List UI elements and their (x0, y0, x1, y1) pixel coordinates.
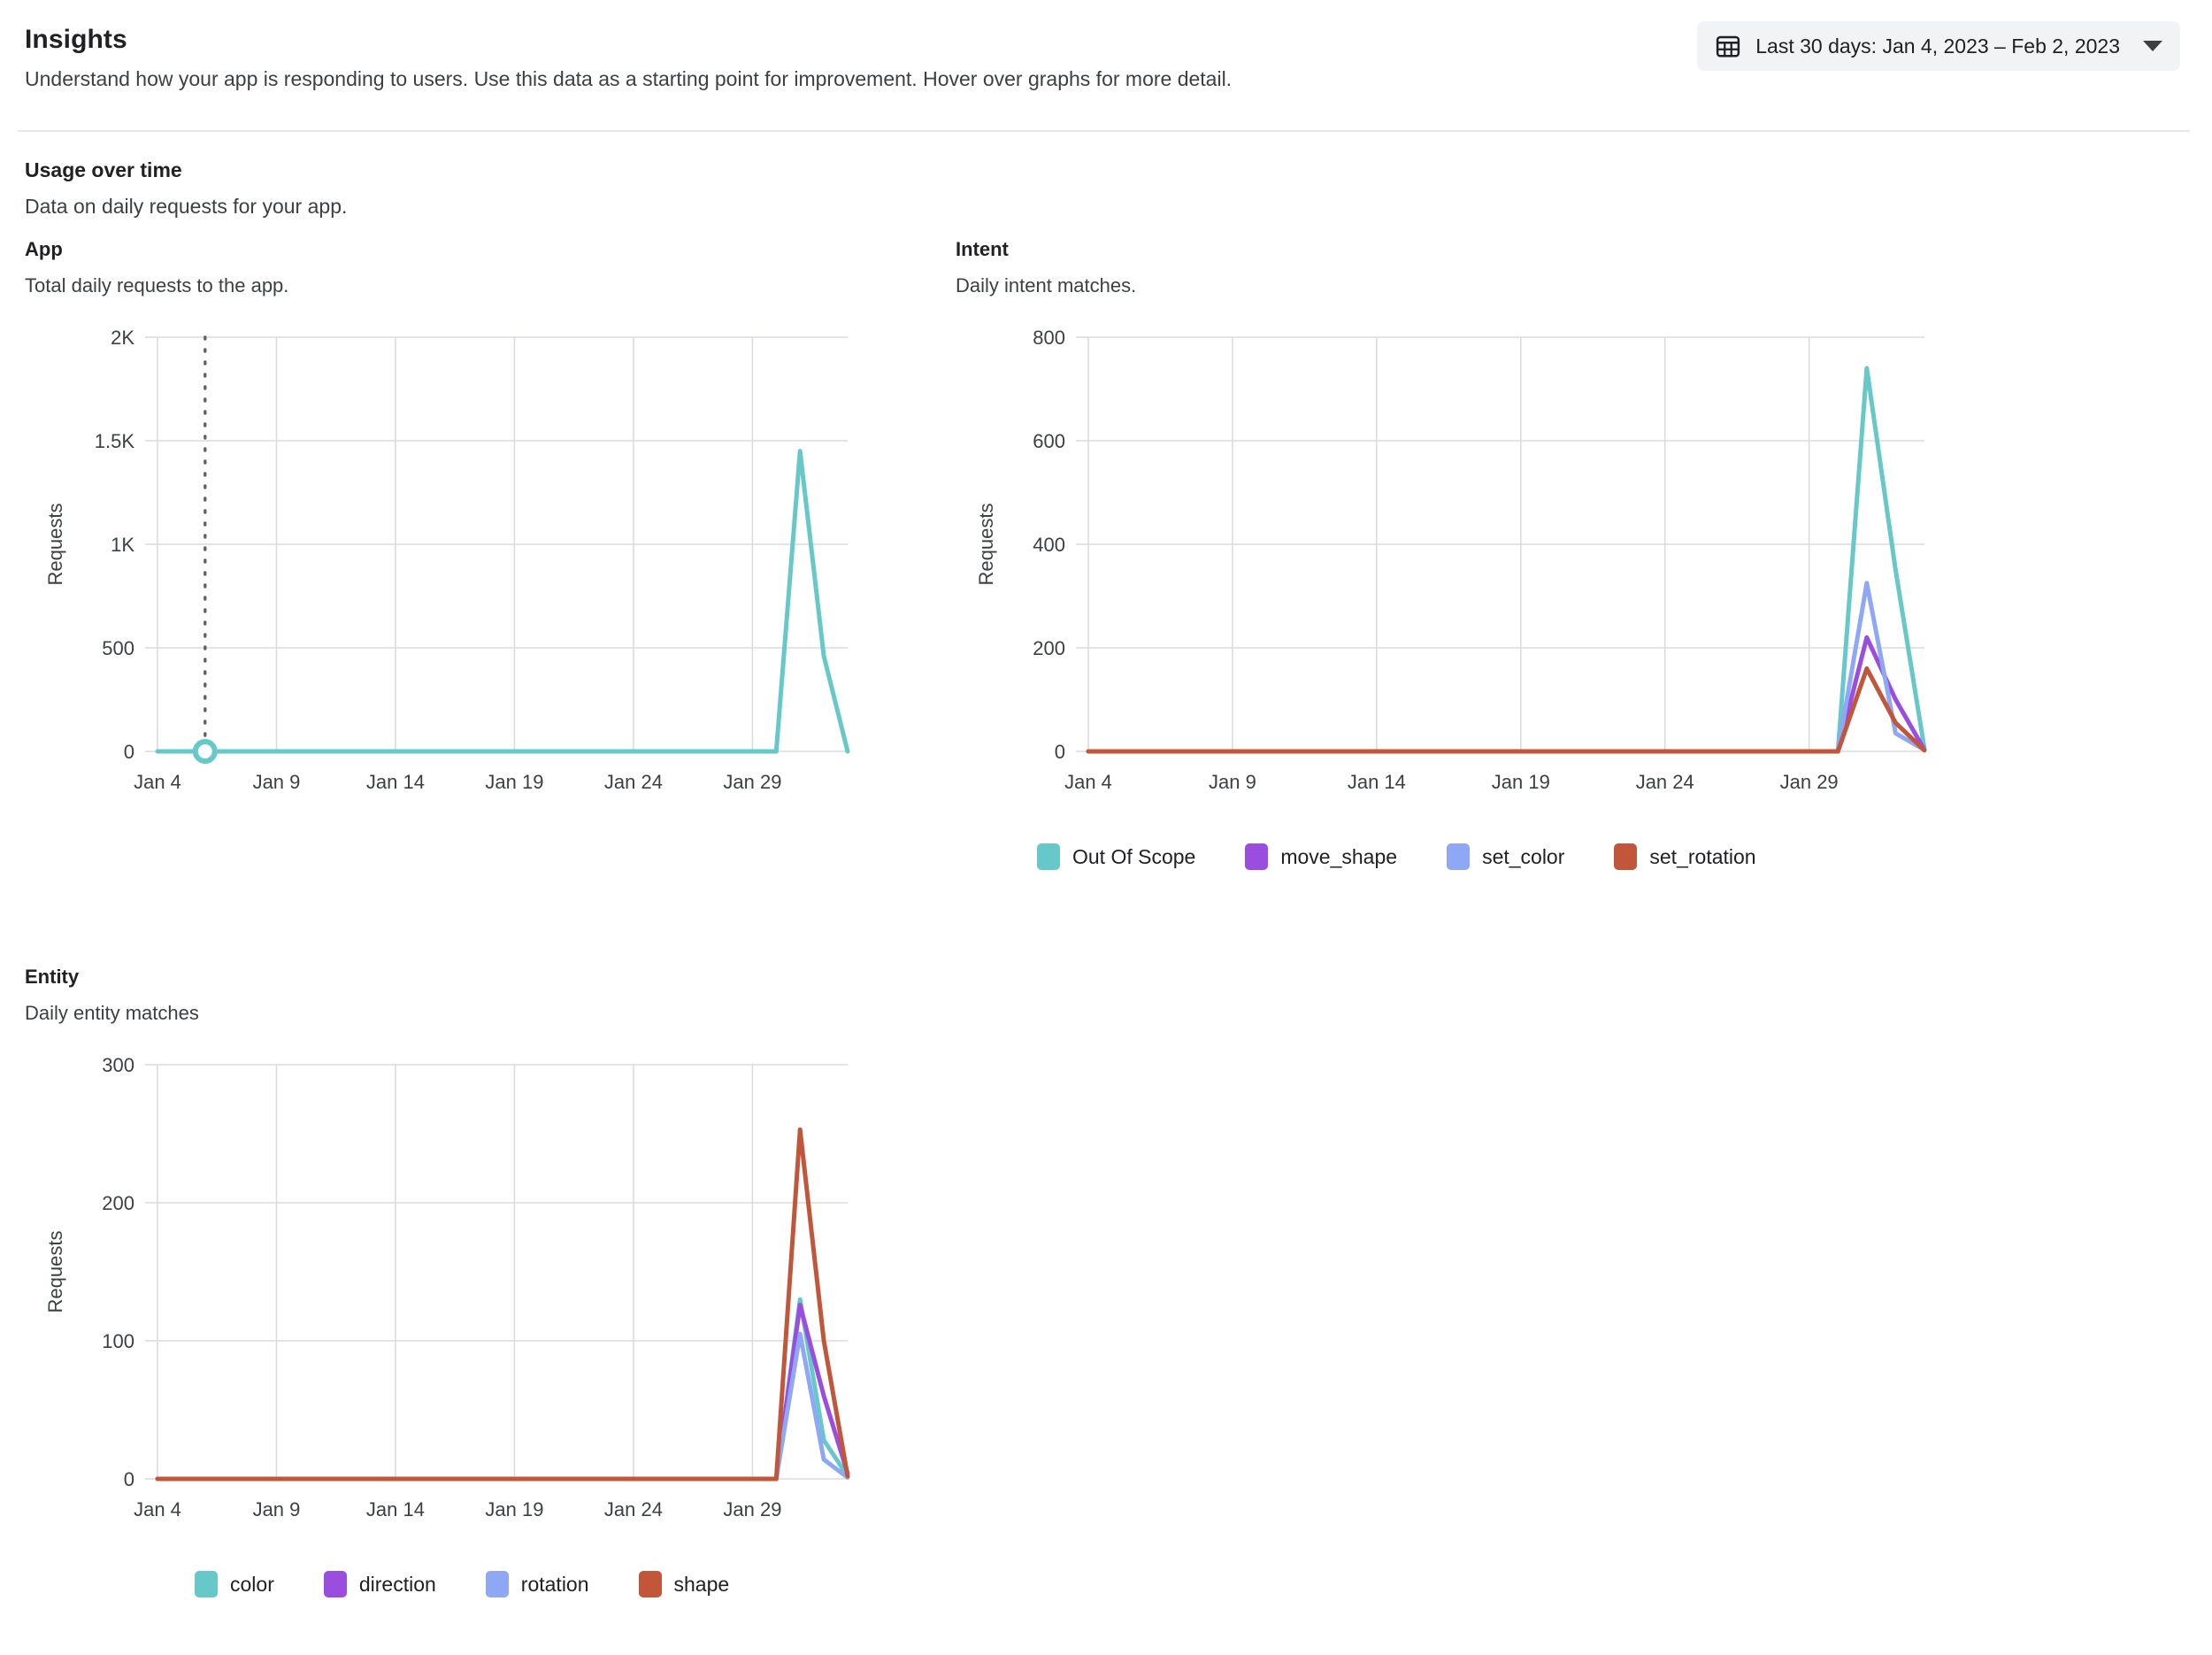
y-axis-tick-label: 200 (102, 1192, 134, 1214)
legend-label: set_rotation (1649, 844, 1756, 868)
header-text-block: Insights Understand how your app is resp… (25, 19, 1232, 92)
date-range-label: Last 30 days: Jan 4, 2023 – Feb 2, 2023 (1755, 34, 2120, 58)
x-axis-tick-label: Jan 9 (253, 771, 301, 793)
legend-item-set_rotation[interactable]: set_rotation (1614, 843, 1756, 871)
legend-label: rotation (520, 1572, 589, 1596)
y-axis-title: Requests (975, 504, 997, 586)
insights-page: Insights Understand how your app is resp… (0, 0, 2212, 1655)
x-axis-tick-label: Jan 14 (366, 771, 425, 793)
y-axis-tick-label: 0 (124, 1468, 134, 1490)
legend-item-direction[interactable]: direction (323, 1571, 436, 1598)
x-axis-tick-label: Jan 4 (134, 771, 181, 793)
legend-item-rotation[interactable]: rotation (485, 1571, 589, 1598)
chart-block-app: App Total daily requests to the app. 0 50… (25, 237, 910, 813)
legend-swatch-icon (323, 1571, 347, 1598)
usage-section-header: Usage over time Data on daily requests f… (25, 158, 347, 220)
x-axis-tick-label: Jan 24 (604, 771, 663, 793)
legend-swatch-icon (485, 1571, 509, 1598)
section-title: Usage over time (25, 158, 182, 181)
chevron-down-icon[interactable] (2143, 41, 2162, 51)
series-line-set_rotation (1086, 666, 1927, 754)
legend-label: color (230, 1572, 274, 1596)
legend-label: set_color (1482, 844, 1565, 868)
x-axis-tick-label: Jan 9 (1209, 771, 1256, 793)
page-title: Insights (25, 25, 127, 54)
chart-legend-entity: color direction rotation shape (195, 1571, 910, 1598)
chart-canvas-intent[interactable]: 0 200 400 600 800 Jan 4 Jan 9 Jan 14 Jan 19 Jan 2… (956, 318, 2000, 813)
x-axis-tick-label: Jan 24 (604, 1498, 663, 1520)
legend-item-move_shape[interactable]: move_shape (1245, 843, 1398, 871)
y-axis-tick-label: 0 (1055, 741, 1065, 763)
series-line-out-of-scope (1086, 366, 1927, 754)
legend-item-out-of-scope[interactable]: Out Of Scope (1037, 843, 1196, 871)
x-axis-tick-label: Jan 29 (1780, 771, 1839, 793)
y-axis-tick-label: 0 (124, 741, 134, 763)
chart-subtitle-app: Total daily requests to the app. (25, 273, 289, 296)
legend-label: shape (673, 1572, 730, 1596)
legend-item-shape[interactable]: shape (638, 1571, 730, 1598)
series-line-rotation (155, 1331, 850, 1482)
legend-swatch-icon (195, 1571, 218, 1598)
y-axis-tick-label: 1K (111, 534, 134, 556)
x-axis-tick-label: Jan 14 (1348, 771, 1406, 793)
series-line-set_color (1086, 581, 1927, 754)
legend-swatch-icon (1037, 843, 1060, 871)
legend-swatch-icon (638, 1571, 662, 1598)
chart-canvas-entity[interactable]: 0 100 200 300 Jan 4 Jan 9 Jan 14 Jan 19 Jan 24 Ja… (25, 1045, 910, 1541)
chart-canvas-app[interactable]: 0 500 1K 1.5K 2K Jan 4 Jan 9 Jan 14 Jan 19 Jan 24… (25, 318, 910, 813)
chart-legend-intent: Out Of Scope move_shape set_color set_rotat… (1037, 843, 2000, 871)
x-axis-tick-label: Jan 24 (1636, 771, 1694, 793)
page-subtitle: Understand how your app is responding to… (25, 66, 1233, 90)
y-axis-tick-label: 100 (102, 1330, 134, 1352)
y-axis-tick-label: 400 (1033, 534, 1065, 556)
legend-label: Out Of Scope (1072, 844, 1196, 868)
legend-label: move_shape (1280, 844, 1398, 868)
calendar-icon (1715, 33, 1741, 59)
chart-block-intent: Intent Daily intent matches. 0 200 400 600 8… (956, 237, 2000, 871)
chart-title-intent: Intent (956, 238, 1009, 260)
x-axis-tick-label: Jan 9 (253, 1498, 301, 1520)
y-axis-tick-label: 800 (1033, 327, 1065, 349)
chart-block-entity: Entity Daily entity matches 0 100 200 300 Ja… (25, 965, 910, 1598)
hover-point-marker (192, 739, 218, 765)
series-line-requests (155, 449, 850, 754)
series-line-shape (155, 1128, 850, 1482)
legend-swatch-icon (1614, 843, 1638, 871)
section-subtitle: Data on daily requests for your app. (25, 194, 348, 218)
y-axis-title: Requests (44, 1231, 66, 1313)
y-axis-tick-label: 300 (102, 1054, 134, 1076)
x-axis-tick-label: Jan 29 (723, 771, 781, 793)
x-axis-tick-label: Jan 4 (1064, 771, 1112, 793)
legend-swatch-icon (1447, 843, 1471, 871)
x-axis-tick-label: Jan 19 (485, 1498, 543, 1520)
y-axis-tick-label: 200 (1033, 637, 1065, 659)
chart-svg-app: 0 500 1K 1.5K 2K Jan 4 Jan 9 Jan 14 Jan 19 Jan 24… (44, 327, 850, 793)
x-axis-tick-label: Jan 14 (366, 1498, 425, 1520)
y-axis-tick-label: 1.5K (95, 430, 135, 452)
chart-subtitle-entity: Daily entity matches (25, 1001, 199, 1024)
series-line-move_shape (1086, 635, 1927, 754)
y-axis-tick-label: 500 (102, 637, 134, 659)
x-axis-tick-label: Jan 19 (1492, 771, 1550, 793)
y-axis-title: Requests (44, 504, 66, 586)
y-axis-tick-label: 600 (1033, 430, 1065, 452)
x-axis-tick-label: Jan 4 (134, 1498, 181, 1520)
date-range-picker[interactable]: Last 30 days: Jan 4, 2023 – Feb 2, 2023 (1697, 21, 2180, 71)
series-line-direction (155, 1303, 850, 1482)
chart-subtitle-intent: Daily intent matches. (956, 273, 1137, 296)
chart-svg-entity: 0 100 200 300 Jan 4 Jan 9 Jan 14 Jan 19 Jan 24 Ja… (44, 1054, 850, 1520)
y-axis-tick-label: 2K (111, 327, 134, 349)
chart-title-entity: Entity (25, 966, 80, 988)
series-line-color (155, 1297, 850, 1482)
chart-title-app: App (25, 238, 63, 260)
page-header: Insights Understand how your app is resp… (0, 0, 2212, 92)
chart-svg-intent: 0 200 400 600 800 Jan 4 Jan 9 Jan 14 Jan 19 Jan 2… (975, 327, 1927, 793)
legend-label: direction (358, 1572, 436, 1596)
legend-item-color[interactable]: color (195, 1571, 274, 1598)
x-axis-tick-label: Jan 19 (485, 771, 543, 793)
legend-swatch-icon (1245, 843, 1269, 871)
header-divider (18, 130, 2190, 132)
legend-item-set_color[interactable]: set_color (1447, 843, 1565, 871)
x-axis-tick-label: Jan 29 (723, 1498, 781, 1520)
